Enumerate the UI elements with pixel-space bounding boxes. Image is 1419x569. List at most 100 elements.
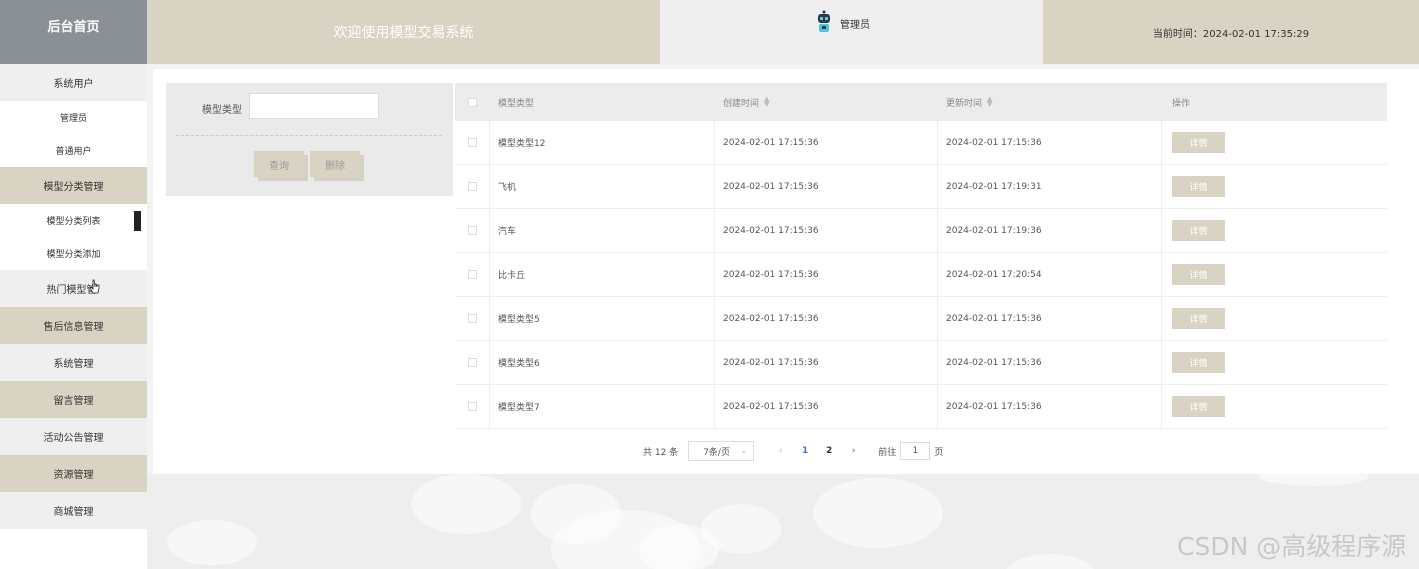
query-button[interactable]: 查询 [254, 151, 304, 177]
detail-button[interactable]: 详情 [1172, 352, 1225, 373]
sidebar: 系统用户 管理员 普通用户 模型分类管理 模型分类列表 模型分类添加 热门模型管… [0, 64, 147, 569]
sidebar-subitem-admin[interactable]: 管理员 [0, 101, 147, 134]
sidebar-subitem-normal-users[interactable]: 普通用户 [0, 134, 147, 167]
header-created[interactable]: 创建时间 ▲ ▼ [715, 83, 938, 121]
sidebar-subitem-category-add[interactable]: 模型分类添加 [0, 237, 147, 270]
cell-created: 2024-02-01 17:15:36 [715, 253, 938, 296]
row-select-cell [455, 341, 490, 384]
page-1-button[interactable]: 1 [793, 446, 817, 456]
table-header: 模型类型 创建时间 ▲ ▼ 更新时间 ▲ ▼ 操作 [455, 83, 1387, 121]
header-updated-label: 更新时间 [946, 98, 983, 109]
row-select-cell [455, 297, 490, 340]
sidebar-item-announcements[interactable]: 活动公告管理 [0, 418, 147, 455]
total-count: 共 12 条 [643, 447, 679, 458]
cell-action: 详情 [1162, 297, 1387, 340]
sort-icon[interactable]: ▲ ▼ [764, 96, 769, 108]
select-all-checkbox[interactable] [468, 97, 477, 107]
detail-button[interactable]: 详情 [1172, 176, 1225, 197]
prev-page-button[interactable]: ‹ [768, 446, 793, 456]
chevron-down-icon: ⌄ [740, 446, 748, 455]
row-checkbox[interactable] [467, 402, 477, 411]
select-all-cell [455, 83, 490, 121]
goto-suffix: 页 [934, 447, 944, 458]
table-row: 模型类型5 2024-02-01 17:15:36 2024-02-01 17:… [455, 297, 1387, 341]
cell-action: 详情 [1162, 341, 1387, 384]
robot-avatar-icon[interactable] [815, 10, 833, 34]
page-size-value: 7条/页 [703, 447, 730, 458]
header-action: 操作 [1172, 98, 1191, 109]
cell-updated: 2024-02-01 17:15:36 [938, 297, 1162, 340]
sidebar-item-model-category[interactable]: 模型分类管理 [0, 167, 147, 204]
delete-button[interactable]: 删除 [310, 151, 360, 177]
cell-type: 模型类型6 [490, 341, 715, 384]
page-2-button[interactable]: 2 [817, 446, 841, 456]
row-checkbox[interactable] [467, 182, 477, 191]
next-page-button[interactable]: › [841, 446, 866, 456]
cell-created: 2024-02-01 17:15:36 [715, 165, 938, 208]
cell-action: 详情 [1162, 165, 1387, 208]
cell-created: 2024-02-01 17:15:36 [715, 297, 938, 340]
table-row: 飞机 2024-02-01 17:15:36 2024-02-01 17:19:… [455, 165, 1387, 209]
sidebar-item-after-sales[interactable]: 售后信息管理 [0, 307, 147, 344]
current-time: 当前时间：2024-02-01 17:35:29 [1043, 0, 1419, 64]
header-updated[interactable]: 更新时间 ▲ ▼ [938, 83, 1162, 121]
cell-created: 2024-02-01 17:15:36 [715, 341, 938, 384]
row-checkbox[interactable] [467, 314, 477, 323]
cell-action: 详情 [1162, 385, 1387, 428]
row-checkbox[interactable] [467, 270, 477, 279]
search-label: 模型类型 [202, 105, 242, 116]
goto-page-input[interactable]: 1 [900, 442, 931, 460]
detail-button[interactable]: 详情 [1172, 264, 1225, 285]
header-created-label: 创建时间 [723, 98, 760, 109]
table-row: 模型类型6 2024-02-01 17:15:36 2024-02-01 17:… [455, 341, 1387, 385]
sidebar-subitem-label: 模型分类列表 [46, 217, 101, 227]
row-checkbox[interactable] [467, 138, 477, 147]
detail-button[interactable]: 详情 [1172, 132, 1225, 153]
page-size-select[interactable]: 7条/页 ⌄ [688, 441, 755, 461]
data-table: 模型类型 创建时间 ▲ ▼ 更新时间 ▲ ▼ 操作 模型类型12 2024-02-0… [455, 83, 1387, 429]
cell-updated: 2024-02-01 17:19:31 [938, 165, 1162, 208]
cell-type: 汽车 [490, 209, 715, 252]
cell-updated: 2024-02-01 17:20:54 [938, 253, 1162, 296]
search-panel: 模型类型 查询 删除 [166, 83, 453, 196]
table-row: 模型类型7 2024-02-01 17:15:36 2024-02-01 17:… [455, 385, 1387, 429]
cell-created: 2024-02-01 17:15:36 [715, 385, 938, 428]
cell-action: 详情 [1162, 121, 1387, 164]
cell-type: 模型类型12 [490, 121, 715, 164]
model-type-search-input[interactable] [249, 93, 379, 119]
goto-label: 前往 [878, 447, 897, 458]
user-box: 管理员 [660, 0, 1043, 64]
home-logo[interactable]: 后台首页 [0, 0, 147, 64]
sidebar-item-system-management[interactable]: 系统管理 [0, 344, 147, 381]
cell-type: 比卡丘 [490, 253, 715, 296]
cell-created: 2024-02-01 17:15:36 [715, 209, 938, 252]
watermark: CSDN @高级程序源 [1177, 532, 1407, 561]
cell-updated: 2024-02-01 17:15:36 [938, 341, 1162, 384]
row-checkbox[interactable] [467, 226, 477, 235]
row-select-cell [455, 209, 490, 252]
row-select-cell [455, 121, 490, 164]
row-select-cell [455, 253, 490, 296]
detail-button[interactable]: 详情 [1172, 396, 1225, 417]
main-panel: 模型类型 查询 删除 模型类型 创建时间 ▲ ▼ 更新时间 ▲ ▼ 操作 模型类型1… [153, 69, 1419, 474]
search-divider [176, 135, 442, 136]
pointer-cursor-icon [88, 279, 99, 293]
detail-button[interactable]: 详情 [1172, 220, 1225, 241]
sidebar-item-system-users[interactable]: 系统用户 [0, 64, 147, 101]
sidebar-item-mall[interactable]: 商城管理 [0, 492, 147, 529]
user-name[interactable]: 管理员 [840, 16, 870, 31]
cell-action: 详情 [1162, 253, 1387, 296]
cell-updated: 2024-02-01 17:19:36 [938, 209, 1162, 252]
sidebar-item-resources[interactable]: 资源管理 [0, 455, 147, 492]
cell-action: 详情 [1162, 209, 1387, 252]
detail-button[interactable]: 详情 [1172, 308, 1225, 329]
header-type: 模型类型 [498, 98, 535, 109]
cell-type: 飞机 [490, 165, 715, 208]
pagination: 共 12 条 7条/页 ⌄ ‹ 1 2 › 前往 1 页 [643, 441, 943, 461]
cell-updated: 2024-02-01 17:15:36 [938, 385, 1162, 428]
sidebar-item-messages[interactable]: 留言管理 [0, 381, 147, 418]
sidebar-item-hot-models[interactable]: 热门模型管 [0, 270, 147, 307]
sidebar-subitem-category-list[interactable]: 模型分类列表 [0, 204, 147, 237]
sort-icon[interactable]: ▲ ▼ [987, 96, 992, 108]
row-checkbox[interactable] [467, 358, 477, 367]
